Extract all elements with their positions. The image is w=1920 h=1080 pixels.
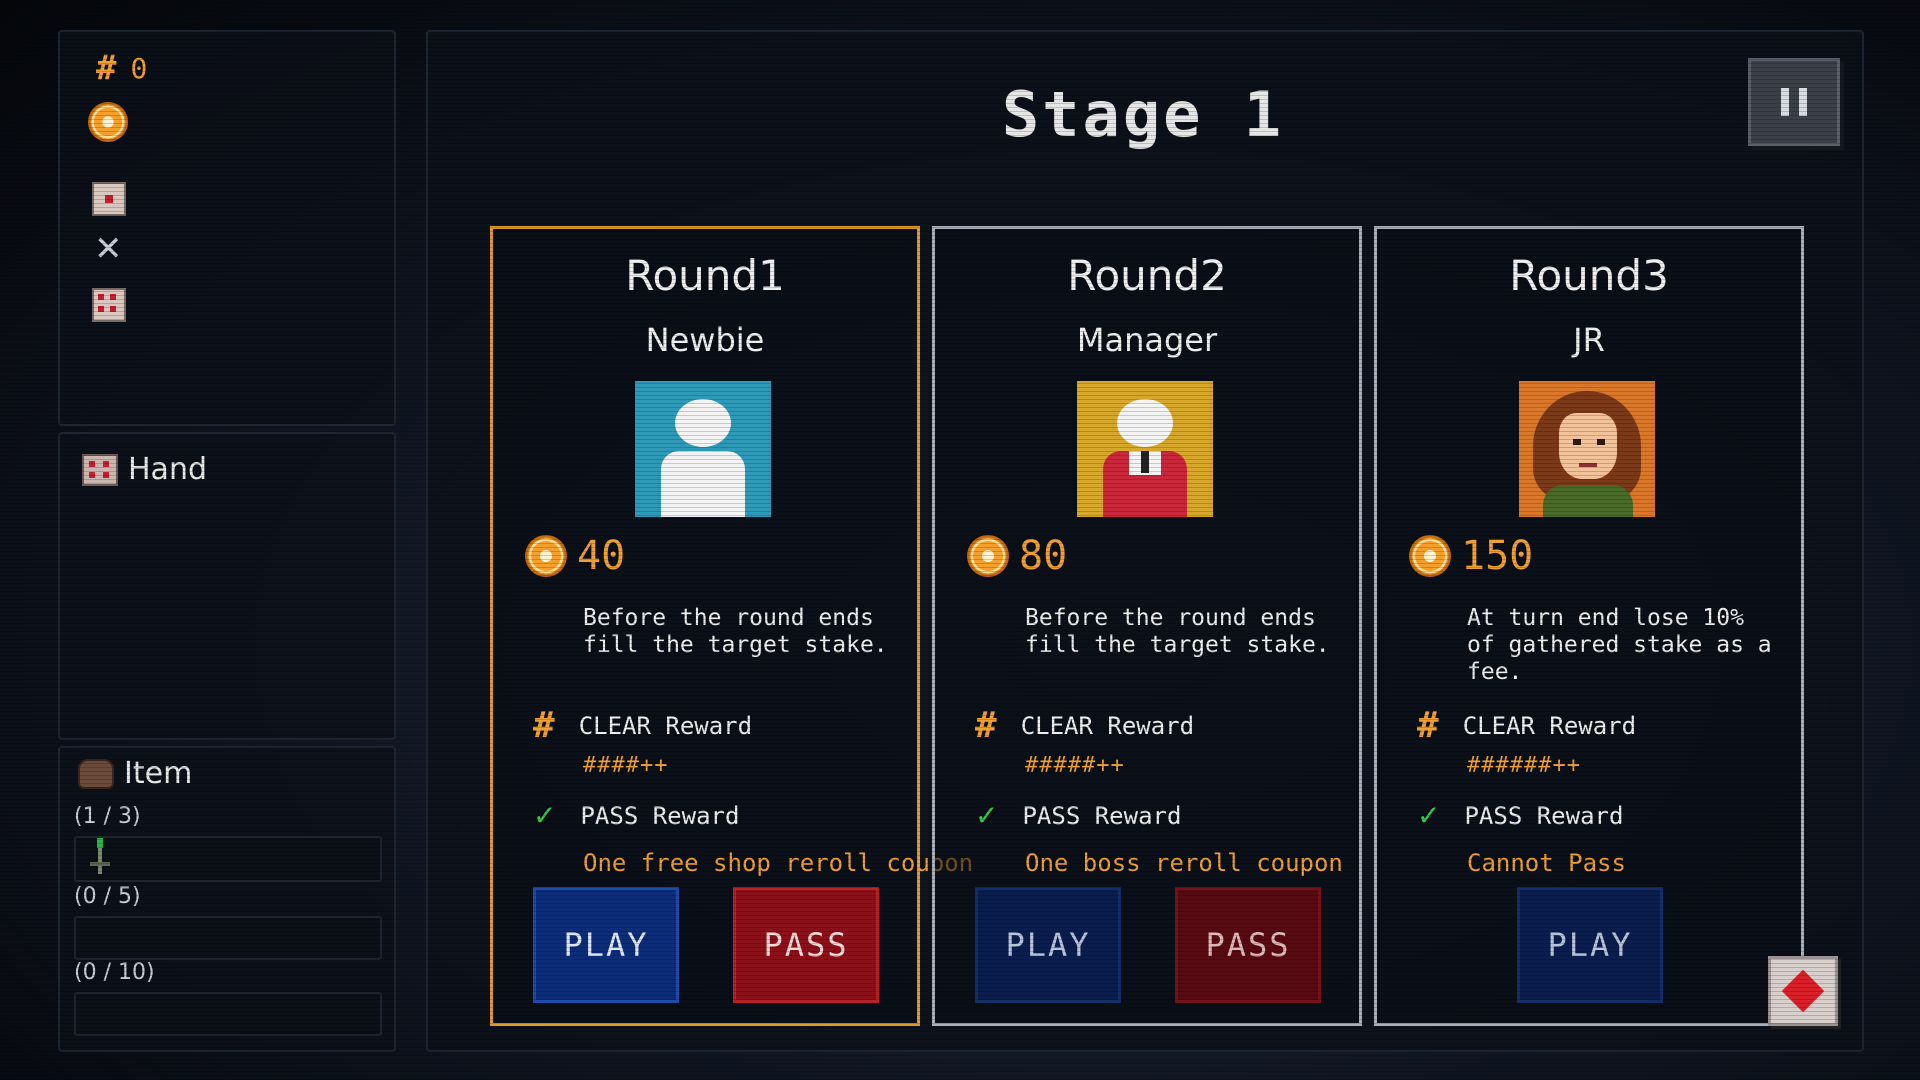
item-slot-1-label: (1 / 3) bbox=[74, 804, 141, 829]
item-slot-2-label: (0 / 5) bbox=[74, 884, 141, 909]
card-multi-row[interactable] bbox=[92, 288, 126, 322]
item-slot-2[interactable] bbox=[74, 916, 382, 960]
hash-count: 0 bbox=[130, 51, 148, 85]
round-rule: Before the round ends fill the target st… bbox=[583, 605, 888, 658]
clear-reward-label: CLEAR Reward bbox=[1462, 711, 1637, 740]
item-title: Item bbox=[124, 756, 193, 791]
item-slot-3-label: (0 / 10) bbox=[74, 960, 155, 985]
pass-reward-value: Cannot Pass bbox=[1467, 849, 1626, 877]
play-button[interactable]: PLAY bbox=[533, 887, 679, 1003]
stage-title: Stage 1 bbox=[1001, 78, 1285, 151]
item-slot-3[interactable] bbox=[74, 992, 382, 1036]
clear-reward: # CLEAR Reward bbox=[975, 705, 1194, 746]
pause-button[interactable] bbox=[1748, 58, 1840, 146]
status-panel: # 0 ✕ bbox=[58, 30, 396, 426]
opponent-portrait-jr bbox=[1519, 381, 1655, 517]
clear-reward-value: #####++ bbox=[1025, 753, 1125, 778]
opponent-portrait-manager bbox=[1077, 381, 1213, 517]
round-title: Round3 bbox=[1509, 251, 1669, 300]
hash-icon: # bbox=[96, 48, 117, 88]
clear-reward-value: ######++ bbox=[1467, 753, 1581, 778]
chip-icon bbox=[90, 104, 126, 140]
pass-reward: ✓ PASS Reward bbox=[533, 799, 739, 832]
item-panel: Item (1 / 3) (0 / 5) (0 / 10) bbox=[58, 746, 396, 1052]
pass-button[interactable]: PASS bbox=[733, 887, 879, 1003]
pass-reward-value: One boss reroll coupon bbox=[1025, 849, 1343, 877]
check-icon: ✓ bbox=[533, 799, 557, 832]
round-card-3[interactable]: Round3 JR 150 At turn end lose 10% of ga… bbox=[1374, 226, 1804, 1026]
pass-reward-value: One free shop reroll coupon bbox=[583, 849, 974, 877]
hand-icon bbox=[82, 453, 118, 486]
chip-row bbox=[90, 104, 126, 140]
game-screen: # 0 ✕ Hand Item (1 / 3) (0 / 5) (0 / 10)… bbox=[0, 0, 1920, 1080]
chip-icon bbox=[1411, 537, 1449, 575]
opponent-name: Manager bbox=[1076, 321, 1218, 359]
pass-reward-label: PASS Reward bbox=[580, 801, 740, 830]
round-rule: Before the round ends fill the target st… bbox=[1025, 605, 1330, 658]
clear-reward: # CLEAR Reward bbox=[1417, 705, 1636, 746]
hash-icon: # bbox=[533, 705, 555, 746]
target-stake: 80 bbox=[969, 533, 1067, 579]
target-stake: 150 bbox=[1411, 533, 1533, 579]
play-button[interactable]: PLAY bbox=[1517, 887, 1663, 1003]
hash-icon: # bbox=[975, 705, 997, 746]
clear-reward: # CLEAR Reward bbox=[533, 705, 752, 746]
bag-icon bbox=[78, 758, 114, 789]
stake-value: 150 bbox=[1461, 533, 1534, 579]
stake-value: 40 bbox=[577, 533, 626, 579]
check-icon: ✓ bbox=[975, 799, 999, 832]
round-card-1[interactable]: Round1 Newbie 40 Before the round ends f… bbox=[490, 226, 973, 1026]
pass-reward: ✓ PASS Reward bbox=[1417, 799, 1623, 832]
chip-icon bbox=[527, 537, 565, 575]
card-single-icon[interactable] bbox=[92, 182, 126, 216]
pause-icon[interactable] bbox=[1781, 88, 1789, 116]
pass-button[interactable]: PASS bbox=[1175, 887, 1321, 1003]
card-multi-icon[interactable] bbox=[92, 288, 126, 322]
card-single-row[interactable] bbox=[92, 182, 126, 216]
hash-counter: # 0 bbox=[96, 48, 147, 88]
chip-icon bbox=[969, 537, 1007, 575]
close-icon[interactable]: ✕ bbox=[94, 232, 123, 266]
target-stake: 40 bbox=[527, 533, 625, 579]
opponent-name: Newbie bbox=[645, 321, 765, 359]
check-icon: ✓ bbox=[1417, 799, 1441, 832]
hand-title: Hand bbox=[128, 452, 207, 487]
opponent-portrait-newbie bbox=[635, 381, 771, 517]
sword-icon[interactable] bbox=[90, 838, 110, 874]
opponent-name: JR bbox=[1573, 321, 1605, 359]
clear-reward-label: CLEAR Reward bbox=[1020, 711, 1195, 740]
round-card-2[interactable]: Round2 Manager 80 Before the round ends … bbox=[932, 226, 1362, 1026]
clear-reward-value: ####++ bbox=[583, 753, 669, 778]
item-slot-1[interactable] bbox=[74, 836, 382, 882]
hand-header: Hand bbox=[82, 452, 207, 487]
hand-panel: Hand bbox=[58, 432, 396, 740]
pass-reward-label: PASS Reward bbox=[1022, 801, 1182, 830]
clear-reward-label: CLEAR Reward bbox=[578, 711, 753, 740]
stake-value: 80 bbox=[1019, 533, 1068, 579]
round-title: Round2 bbox=[1067, 251, 1227, 300]
hash-icon: # bbox=[1417, 705, 1439, 746]
pass-reward: ✓ PASS Reward bbox=[975, 799, 1181, 832]
pass-reward-label: PASS Reward bbox=[1464, 801, 1624, 830]
deck-button[interactable] bbox=[1768, 956, 1838, 1026]
diamond-icon[interactable] bbox=[1781, 969, 1825, 1013]
round-rule: At turn end lose 10% of gathered stake a… bbox=[1467, 605, 1772, 685]
play-button[interactable]: PLAY bbox=[975, 887, 1121, 1003]
close-row[interactable]: ✕ bbox=[94, 232, 123, 266]
round-title: Round1 bbox=[625, 251, 785, 300]
item-header: Item bbox=[78, 756, 192, 791]
